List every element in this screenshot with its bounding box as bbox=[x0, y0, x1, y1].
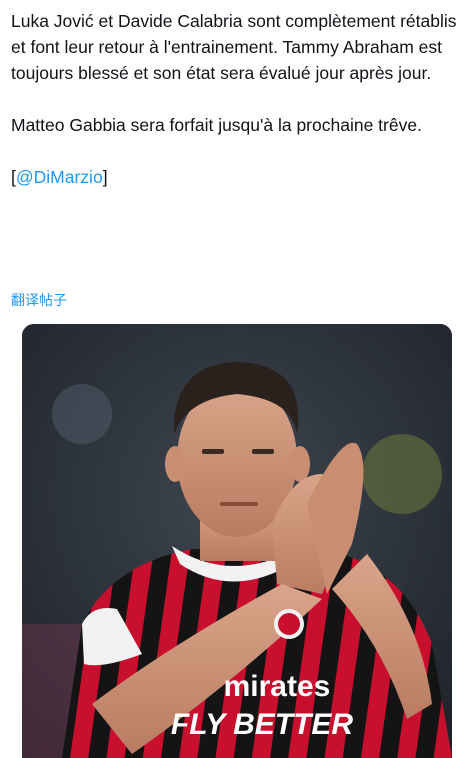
tweet-text: Luka Jović et Davide Calabria sont compl… bbox=[11, 8, 471, 190]
tweet-paragraph-2: Matteo Gabbia sera forfait jusqu'à la pr… bbox=[11, 115, 422, 135]
translate-post-link[interactable]: 翻译帖子 bbox=[11, 290, 67, 310]
mention-bracket-close: ] bbox=[102, 167, 108, 187]
tweet-paragraph-1: Luka Jović et Davide Calabria sont compl… bbox=[11, 11, 462, 83]
player-photo: mirates FLY BETTER bbox=[22, 324, 452, 758]
jersey-sponsor-line1: mirates bbox=[224, 670, 331, 703]
mention-link[interactable]: @DiMarzio bbox=[16, 167, 103, 187]
jersey-sponsor-line2: FLY BETTER bbox=[171, 708, 354, 741]
tweet-media-image[interactable]: mirates FLY BETTER bbox=[22, 324, 452, 758]
tweet-mention-line: [@DiMarzio] bbox=[11, 164, 471, 190]
tweet-card: Luka Jović et Davide Calabria sont compl… bbox=[0, 0, 474, 758]
